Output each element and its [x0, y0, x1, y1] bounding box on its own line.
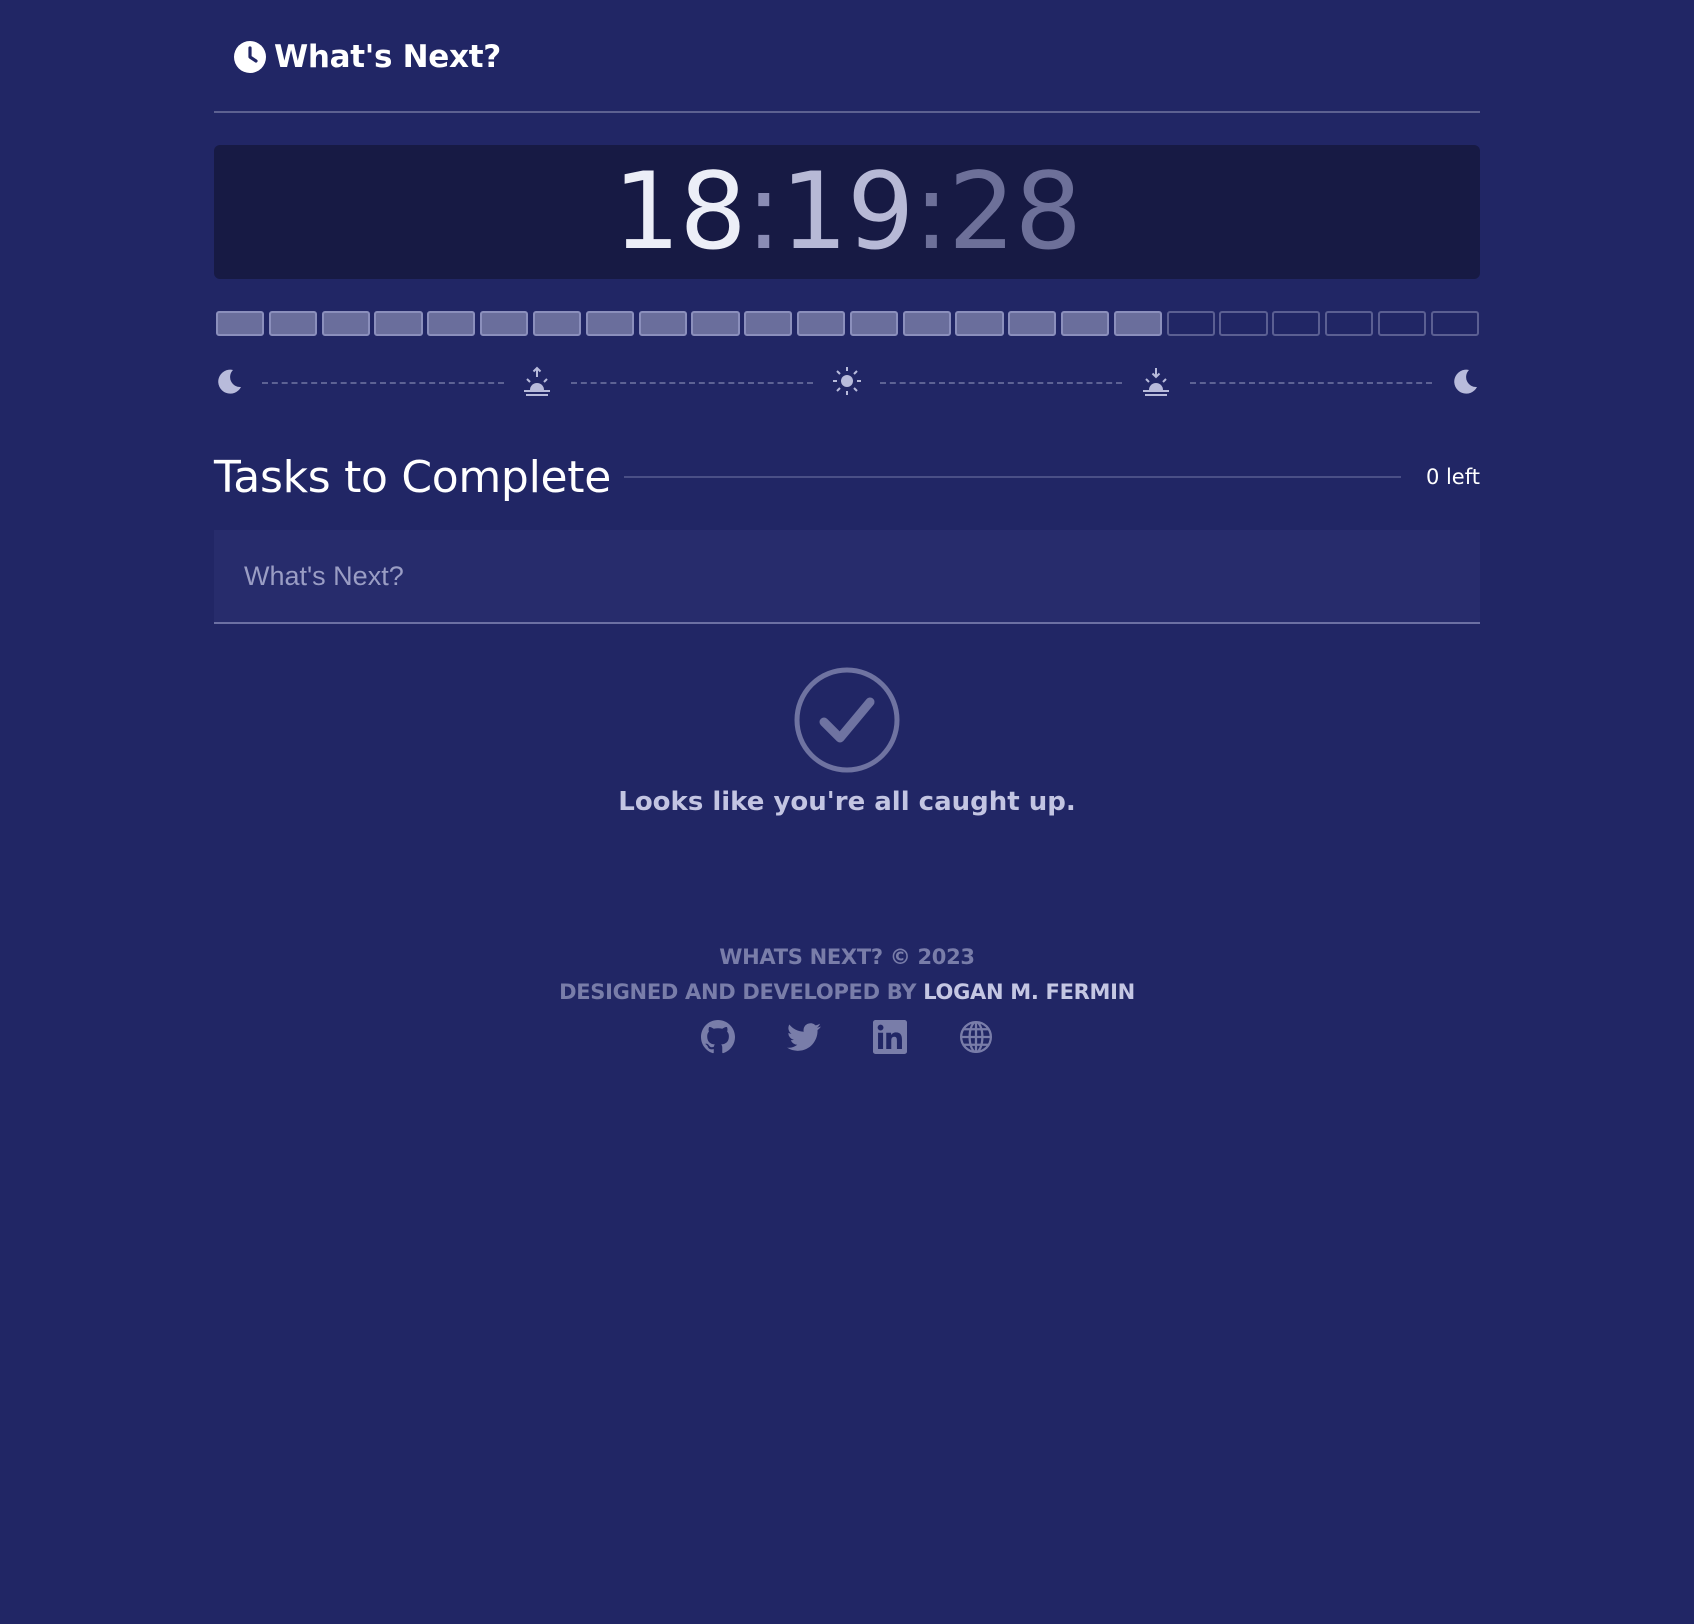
- hour-block: [1377, 311, 1427, 336]
- sunset-icon: [1143, 368, 1169, 396]
- hour-block: [1430, 311, 1479, 336]
- app-header: What's Next?: [214, 0, 1480, 113]
- day-progress-bar: [216, 311, 1479, 336]
- hour-block: [374, 311, 423, 336]
- hour-block: [796, 311, 846, 336]
- hour-block: [480, 311, 529, 336]
- day-timeline: [214, 364, 1480, 400]
- timeline-divider: [262, 382, 504, 384]
- hour-block: [1166, 311, 1215, 336]
- check-circle-icon: [794, 667, 900, 773]
- clock-separator: :: [745, 150, 782, 273]
- hour-block: [585, 311, 634, 336]
- empty-state: Looks like you're all caught up.: [214, 666, 1480, 818]
- tasks-divider: [624, 476, 1401, 478]
- social-links: [214, 1020, 1480, 1054]
- hour-block: [638, 311, 687, 336]
- hour-block: [1113, 311, 1163, 336]
- clock-icon: [234, 41, 266, 73]
- globe-icon: [959, 1020, 993, 1054]
- sunrise-icon: [524, 366, 550, 396]
- hour-block: [1325, 311, 1374, 336]
- github-link[interactable]: [701, 1020, 735, 1054]
- timeline-divider: [571, 382, 813, 384]
- clock-seconds: 28: [948, 150, 1082, 273]
- new-task-input[interactable]: [214, 530, 1480, 622]
- hour-block: [1272, 311, 1321, 336]
- hour-block: [849, 311, 898, 336]
- tasks-header: Tasks to Complete 0 left: [214, 448, 1480, 508]
- digital-clock: 18:19:28: [214, 145, 1480, 279]
- hour-block: [744, 311, 793, 336]
- hour-block: [321, 311, 370, 336]
- brand[interactable]: What's Next?: [234, 38, 501, 76]
- github-icon: [701, 1020, 735, 1054]
- footer-copyright: WHATS NEXT? © 2023: [719, 945, 975, 969]
- footer: WHATS NEXT? © 2023 DESIGNED AND DEVELOPE…: [214, 940, 1480, 1054]
- hour-block: [1008, 311, 1057, 336]
- tasks-remaining-count: 0 left: [1425, 465, 1480, 489]
- tasks-title: Tasks to Complete: [214, 452, 611, 503]
- clock-separator: :: [913, 150, 949, 273]
- app-title: What's Next?: [274, 39, 501, 75]
- hour-block: [902, 311, 951, 336]
- timeline-divider: [1190, 382, 1432, 384]
- hour-block: [955, 311, 1004, 336]
- empty-state-message: Looks like you're all caught up.: [618, 787, 1076, 817]
- hour-block: [216, 311, 265, 336]
- website-link[interactable]: [959, 1020, 993, 1054]
- footer-credit: DESIGNED AND DEVELOPED BY LOGAN M. FERMI…: [214, 975, 1480, 1010]
- moon-icon: [1454, 369, 1477, 394]
- timeline-divider: [880, 382, 1122, 384]
- twitter-icon: [787, 1023, 821, 1051]
- hour-block: [427, 311, 476, 336]
- footer-credit-prefix: DESIGNED AND DEVELOPED BY: [559, 980, 924, 1004]
- hour-block: [1061, 311, 1110, 336]
- clock-minutes: 19: [780, 150, 915, 273]
- new-task-field-wrapper: [214, 530, 1480, 624]
- hour-block: [532, 311, 582, 336]
- sun-icon: [833, 367, 861, 395]
- clock-hours: 18: [612, 150, 747, 273]
- twitter-link[interactable]: [787, 1020, 821, 1054]
- linkedin-link[interactable]: [873, 1020, 907, 1054]
- author-link[interactable]: LOGAN M. FERMIN: [923, 980, 1135, 1004]
- hour-block: [691, 311, 740, 336]
- app-container: What's Next? 18:19:28 Tasks to Complete …: [214, 0, 1480, 1054]
- hour-block: [1219, 311, 1268, 336]
- linkedin-icon: [873, 1020, 907, 1054]
- hour-block: [268, 311, 318, 336]
- moon-icon: [218, 369, 241, 394]
